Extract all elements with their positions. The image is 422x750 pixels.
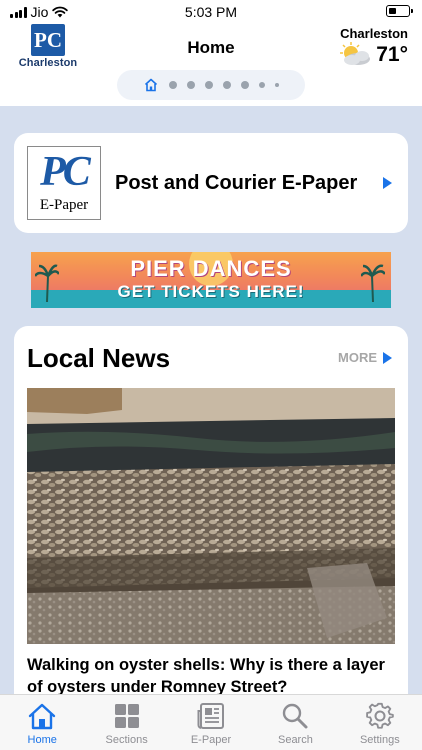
- page-dot[interactable]: [241, 81, 249, 89]
- tab-label: Sections: [105, 734, 148, 746]
- local-news-card: Local News MORE Walking on oyster shells…: [14, 326, 408, 726]
- chevron-right-icon: [383, 351, 392, 364]
- article-headline[interactable]: Walking on oyster shells: Why is there a…: [27, 654, 399, 698]
- home-icon: [27, 701, 57, 731]
- tab-label: Search: [277, 734, 313, 746]
- page-dot[interactable]: [259, 82, 265, 88]
- page-dot[interactable]: [223, 81, 231, 89]
- tab-label: E-Paper: [190, 734, 232, 746]
- ad-headline: PIER DANCES: [130, 256, 292, 281]
- home-icon[interactable]: [143, 77, 159, 93]
- status-time: 5:03 PM: [184, 4, 238, 20]
- page-dot[interactable]: [275, 83, 279, 87]
- epaper-thumb-label: E-Paper: [39, 197, 89, 213]
- weather-city: Charleston: [340, 26, 408, 41]
- section-heading: Local News: [27, 343, 171, 373]
- status-bar: Jio 5:03 PM: [0, 0, 422, 24]
- epaper-card[interactable]: PC E-Paper Post and Courier E-Paper: [14, 133, 408, 233]
- tab-home[interactable]: Home: [0, 695, 84, 750]
- gear-icon: [365, 701, 395, 731]
- page-indicator[interactable]: [117, 70, 305, 100]
- epaper-logo: PC: [40, 149, 91, 195]
- page-dot[interactable]: [187, 81, 195, 89]
- more-label: MORE: [338, 350, 377, 365]
- weather-temperature: 71°: [376, 43, 408, 66]
- chevron-right-icon: [383, 177, 392, 189]
- tab-search[interactable]: Search: [253, 695, 337, 750]
- ad-banner[interactable]: PIER DANCES GET TICKETS HERE!: [31, 252, 391, 308]
- tab-settings[interactable]: Settings: [338, 695, 422, 750]
- weather-widget[interactable]: Charleston 71°: [338, 26, 408, 68]
- tab-epaper[interactable]: E-Paper: [169, 695, 253, 750]
- app-header: PC Charleston Home Charleston 71°: [0, 24, 422, 106]
- brand-label: Charleston: [18, 57, 78, 69]
- page-dot[interactable]: [205, 81, 213, 89]
- tab-label: Settings: [359, 734, 400, 746]
- ad-cta: GET TICKETS HERE!: [117, 282, 305, 301]
- page-dot[interactable]: [169, 81, 177, 89]
- battery-icon: [386, 5, 413, 17]
- newspaper-icon: [196, 701, 226, 731]
- article-photo[interactable]: [27, 388, 395, 644]
- search-icon: [280, 701, 310, 731]
- epaper-thumbnail: PC E-Paper: [27, 146, 101, 220]
- tab-sections[interactable]: Sections: [84, 695, 168, 750]
- grid-icon: [112, 701, 142, 731]
- more-link[interactable]: MORE: [338, 350, 392, 365]
- tab-bar: Home Sections E-Paper Search Settings: [0, 694, 422, 750]
- partly-cloudy-icon: [340, 42, 371, 65]
- epaper-title: Post and Courier E-Paper: [115, 171, 358, 194]
- tab-label: Home: [27, 734, 57, 746]
